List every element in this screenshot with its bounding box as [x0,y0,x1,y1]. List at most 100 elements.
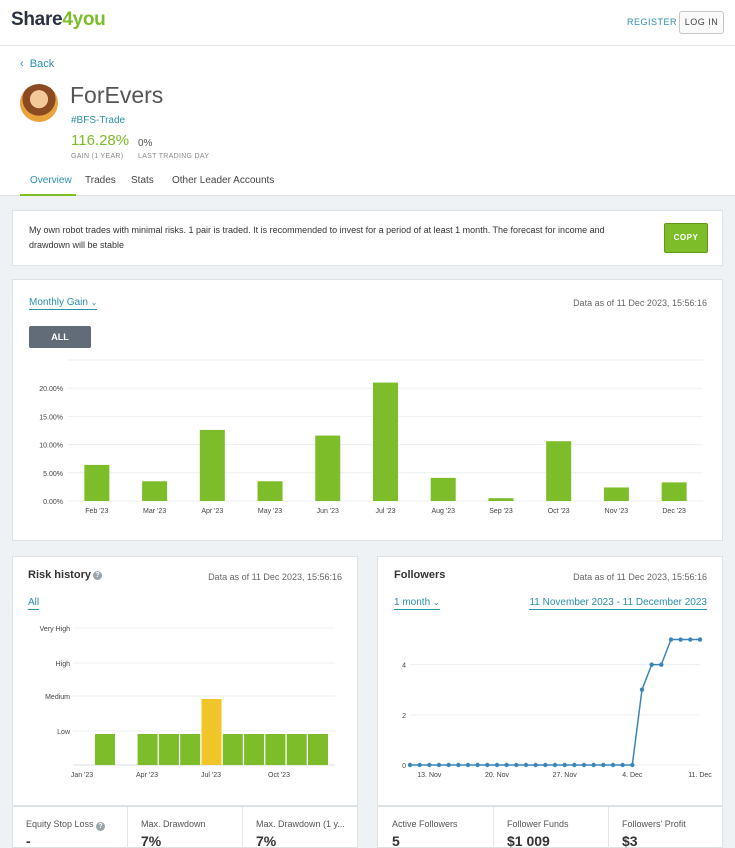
y-tick-label: High [56,661,71,668]
y-tick-label: 2 [402,713,406,720]
register-link[interactable]: REGISTER [627,17,677,27]
y-tick-label: 0 [402,763,406,770]
tab-stats[interactable]: Stats [131,175,154,186]
stat-label: Followers' Profit [622,819,686,829]
x-tick-label: Jun '23 [317,508,339,515]
followers-point [572,762,577,768]
chevron-left-icon: ‹ [20,58,24,70]
followers-point [668,637,674,642]
login-button[interactable]: LOG IN [679,11,724,34]
stat-divider [493,807,494,848]
followers-point [485,762,490,768]
x-tick-label: Apr '23 [136,772,158,779]
stat-label: Follower Funds [507,819,569,829]
y-tick-label: 20.00% [39,386,63,393]
gain-bar [84,464,110,501]
x-tick-label: Nov '23 [605,508,629,515]
stat-label-text: Equity Stop Loss [26,819,94,829]
followers-point [562,762,567,768]
stat-value: $3 [622,833,638,848]
gain-bar [546,441,572,501]
followers-point [697,637,703,642]
stat-value: - [26,833,31,848]
risk-history-chart: Low Medium High Very High Jan '23 Apr '23 Jul … [40,626,335,779]
gain-value: 116.28% [71,132,130,149]
followers-point [649,662,654,667]
x-tick-label: Dec '23 [662,508,686,515]
stat-value: 7% [256,833,277,848]
followers-point [591,762,596,768]
y-tick-label: Low [57,729,71,736]
gain-bar [373,382,398,501]
followers-point [639,687,645,692]
avatar [20,84,58,122]
last-day-value: 0% [138,138,153,149]
y-tick-label: 15.00% [39,414,63,421]
x-tick-label: Oct '23 [268,772,290,779]
x-tick-label: Sep '23 [489,508,513,515]
followers-point [601,762,606,768]
followers-point [630,762,635,768]
last-day-label: LAST TRADING DAY [138,153,210,160]
risk-bar [265,734,286,765]
risk-stats-row: Equity Stop Loss ? - Max. Drawdown 7% Ma… [12,806,358,848]
site-logo[interactable]: Share4you [11,9,106,31]
stat-max-drawdown: Max. Drawdown 7% [141,807,241,848]
followers-point [620,762,625,768]
followers-point [543,762,548,768]
y-tick-label: Medium [45,694,70,701]
x-tick-label: Jul '23 [201,772,221,779]
tab-overview[interactable]: Overview [30,175,72,186]
followers-point [436,762,442,768]
x-tick-label: 13. Nov [417,772,442,779]
tab-other-leader-accounts[interactable]: Other Leader Accounts [172,175,274,186]
risk-history-card: Risk history ? Data as of 11 Dec 2023, 1… [12,556,358,806]
risk-bar [95,734,115,765]
risk-bar [201,699,222,765]
followers-stats-row: Active Followers 5 Follower Funds $1 009… [377,806,723,848]
back-link[interactable]: ‹ Back [20,58,54,70]
stat-divider [608,807,609,848]
followers-point [610,762,616,768]
x-tick-label: Apr '23 [201,508,223,515]
x-tick-label: Jul '23 [375,508,395,515]
followers-point [427,762,432,768]
x-tick-label: Mar '23 [143,508,166,515]
logo-part-2: 4 [62,9,73,30]
gain-bar [661,482,687,501]
risk-bar [222,734,243,765]
active-tab-indicator [20,194,76,196]
risk-bar [244,734,265,765]
followers-card: Followers Data as of 11 Dec 2023, 15:56:… [377,556,723,806]
help-icon[interactable]: ? [96,822,106,831]
risk-bar [308,734,328,765]
back-label: Back [29,58,55,70]
gain-bar [142,481,168,501]
stat-label: Equity Stop Loss ? [26,819,106,831]
stat-active-followers: Active Followers 5 [392,807,492,848]
stat-value: $1 009 [507,833,550,848]
risk-bar [158,734,179,765]
copy-button[interactable]: COPY [664,223,708,253]
strategy-description: My own robot trades with minimal risks. … [29,225,605,250]
stat-divider [127,807,128,848]
stat-followers-profit: Followers' Profit $3 [622,807,722,848]
strategy-tag[interactable]: #BFS-Trade [71,115,125,126]
x-tick-label: May '23 [258,508,282,515]
tab-trades[interactable]: Trades [85,175,116,186]
stat-value: 7% [141,833,162,848]
top-bar: Share4you REGISTER LOG IN [0,0,735,46]
followers-point [523,762,529,768]
followers-chart: 0 2 4 13. Nov 20. Nov 27. Nov 4. Dec 11. Dec [402,637,712,779]
followers-point [688,637,693,642]
followers-point [475,762,480,768]
gain-bar [603,487,629,501]
x-tick-label: Feb '23 [85,508,108,515]
followers-point [504,762,509,768]
followers-line [410,638,700,766]
y-tick-label: 4 [402,663,406,670]
logo-part-3: you [72,9,106,30]
y-tick-label: 5.00% [43,471,63,478]
gain-bar [199,429,225,501]
profile-header: ‹ Back ForEvers #BFS-Trade 116.28% GAIN … [0,46,735,196]
